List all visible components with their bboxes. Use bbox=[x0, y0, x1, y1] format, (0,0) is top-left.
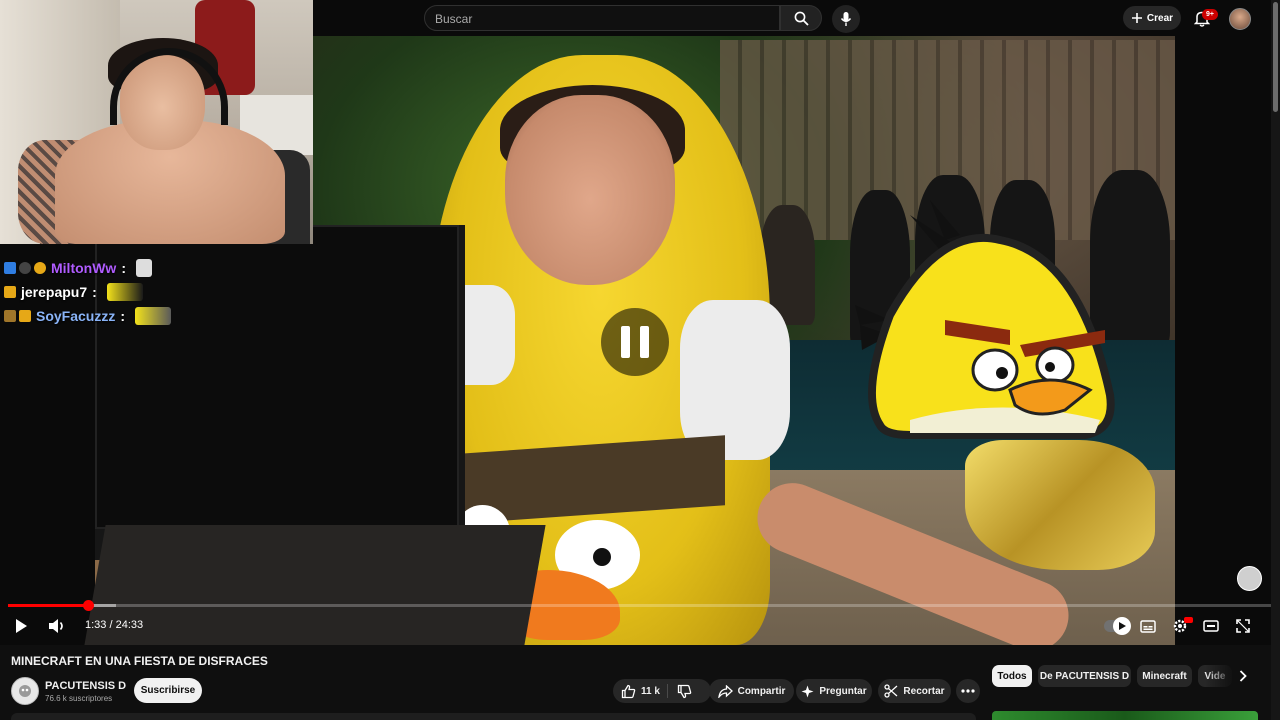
stream-chat-overlay: MiltonWw : jerepapu7 : SoyFacuzzz : bbox=[4, 256, 304, 328]
chat-message: jerepapu7 : bbox=[4, 280, 304, 304]
progress-played bbox=[8, 604, 88, 607]
volume-button[interactable] bbox=[46, 613, 68, 639]
play-icon bbox=[16, 619, 27, 633]
progress-bar[interactable] bbox=[8, 604, 1272, 607]
more-actions-button[interactable] bbox=[956, 679, 980, 703]
share-button[interactable]: Compartir bbox=[709, 679, 794, 703]
channel-logo-icon bbox=[19, 685, 31, 697]
fullscreen-icon bbox=[1236, 619, 1250, 633]
autoplay-icon[interactable] bbox=[1113, 617, 1131, 635]
gold-wrapping bbox=[965, 440, 1155, 570]
chip-fade bbox=[1205, 662, 1235, 690]
dislike-icon bbox=[677, 684, 692, 698]
pause-button-overlay[interactable] bbox=[601, 308, 669, 376]
video-player[interactable]: MiltonWw : jerepapu7 : SoyFacuzzz : 1:33… bbox=[0, 0, 1280, 645]
like-icon bbox=[621, 684, 636, 698]
fullscreen-button[interactable] bbox=[1232, 613, 1254, 639]
like-count: 11 k bbox=[641, 685, 660, 697]
shirt-sleeve bbox=[680, 300, 790, 460]
laptop-keyboard bbox=[84, 525, 546, 645]
description-box[interactable] bbox=[11, 713, 976, 720]
search-input[interactable]: Buscar bbox=[424, 5, 780, 31]
chat-message: MiltonWw : bbox=[4, 256, 304, 280]
chat-separator: : bbox=[120, 308, 126, 324]
volume-icon bbox=[49, 619, 63, 633]
emote-icon bbox=[135, 307, 172, 325]
clip-button[interactable]: Recortar bbox=[878, 679, 951, 703]
recommended-video-thumbnail[interactable] bbox=[992, 711, 1258, 720]
chip-minecraft[interactable]: Minecraft bbox=[1137, 665, 1192, 687]
subtitles-button[interactable] bbox=[1137, 613, 1159, 639]
like-divider bbox=[667, 684, 668, 698]
search-button[interactable] bbox=[780, 5, 822, 31]
plus-icon bbox=[1131, 13, 1142, 23]
video-title: MINECRAFT EN UNA FIESTA DE DISFRACES bbox=[11, 654, 268, 668]
angry-bird-sticker bbox=[855, 200, 1115, 439]
chat-separator: : bbox=[121, 260, 126, 276]
floating-avatar-icon[interactable] bbox=[1237, 566, 1262, 591]
notification-count-badge: 9+ bbox=[1202, 9, 1218, 20]
mic-icon bbox=[840, 12, 852, 26]
share-label: Compartir bbox=[737, 685, 786, 697]
badge-icon bbox=[4, 262, 16, 274]
scissors-icon bbox=[884, 684, 898, 698]
time-display: 1:33 / 24:33 bbox=[85, 619, 144, 631]
chat-username: SoyFacuzzz bbox=[36, 308, 116, 324]
dislike-button[interactable] bbox=[677, 684, 692, 699]
pause-icon bbox=[616, 326, 654, 358]
badge-icon bbox=[34, 262, 46, 274]
chevron-right-icon bbox=[1239, 670, 1247, 682]
search-icon bbox=[794, 11, 809, 26]
chat-username: MiltonWw bbox=[51, 260, 117, 276]
clip-label: Recortar bbox=[903, 685, 945, 697]
ask-button[interactable]: Preguntar bbox=[796, 679, 872, 703]
chat-separator: : bbox=[92, 284, 97, 300]
scrubber-handle[interactable] bbox=[83, 600, 94, 611]
scrollbar-thumb[interactable] bbox=[1273, 2, 1278, 112]
subtitles-icon bbox=[1140, 619, 1156, 633]
like-button[interactable]: 11 k bbox=[621, 684, 660, 699]
theater-icon bbox=[1203, 620, 1219, 632]
chat-message: SoyFacuzzz : bbox=[4, 304, 304, 328]
more-icon bbox=[961, 689, 975, 693]
badge-icon bbox=[19, 262, 31, 274]
chips-next-button[interactable] bbox=[1234, 667, 1252, 685]
badge-icon bbox=[4, 310, 16, 322]
person-face bbox=[505, 95, 675, 285]
voice-search-button[interactable] bbox=[832, 5, 860, 33]
badge-icon bbox=[19, 310, 31, 322]
emote-icon bbox=[135, 259, 152, 277]
badge-icon bbox=[4, 286, 16, 298]
create-button[interactable]: Crear bbox=[1123, 6, 1181, 30]
chat-username: jerepapu7 bbox=[21, 284, 88, 300]
ask-label: Preguntar bbox=[819, 685, 867, 697]
create-label: Crear bbox=[1146, 12, 1174, 24]
theater-mode-button[interactable] bbox=[1200, 613, 1222, 639]
hd-badge bbox=[1184, 617, 1193, 623]
channel-avatar[interactable] bbox=[11, 677, 39, 705]
emote-icon bbox=[106, 283, 143, 301]
play-button[interactable] bbox=[10, 613, 32, 639]
subscriber-count: 76.6 k suscriptores bbox=[45, 694, 113, 703]
chip-channel[interactable]: De PACUTENSIS D bbox=[1038, 665, 1131, 687]
channel-name[interactable]: PACUTENSIS D bbox=[45, 680, 126, 692]
sparkle-icon bbox=[801, 685, 814, 697]
chip-all[interactable]: Todos bbox=[992, 665, 1032, 687]
like-dislike-group: 11 k bbox=[613, 679, 711, 703]
user-avatar[interactable] bbox=[1229, 8, 1251, 30]
streamer-webcam bbox=[0, 0, 313, 244]
share-icon bbox=[717, 684, 733, 698]
subscribe-button[interactable]: Suscribirse bbox=[134, 678, 202, 703]
